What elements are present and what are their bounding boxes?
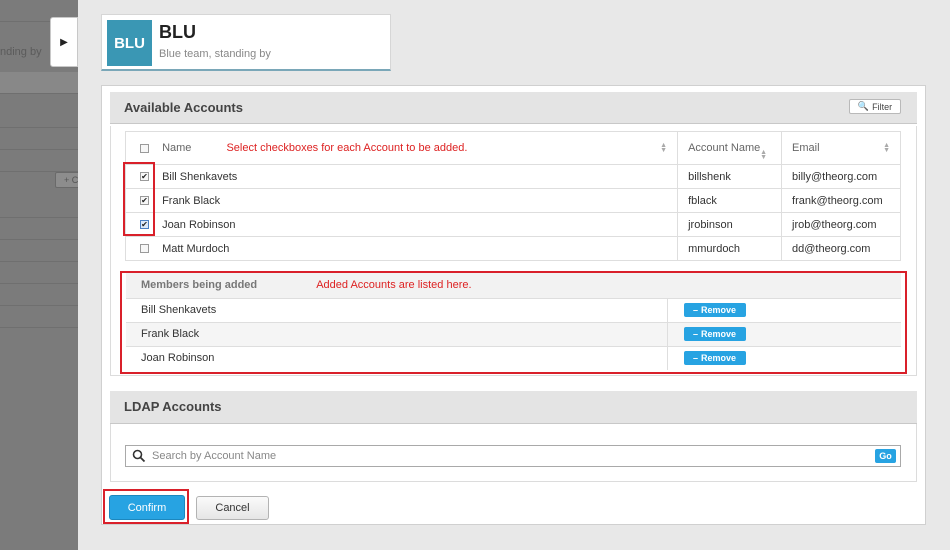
- column-label: Name: [162, 142, 192, 154]
- select-all-checkbox[interactable]: [140, 143, 149, 153]
- account-username: jrobinson: [677, 212, 783, 237]
- team-logo: BLU: [107, 20, 152, 66]
- account-username: mmurdoch: [677, 236, 783, 261]
- account-full-name: Bill Shenkavets: [162, 170, 238, 183]
- column-header-email[interactable]: Email ▲ ▼: [781, 131, 901, 165]
- bg-add-button: + C: [55, 172, 78, 188]
- members-header-label: Members being added: [141, 279, 258, 292]
- account-full-name: Matt Murdoch: [162, 242, 230, 255]
- go-button[interactable]: Go: [875, 449, 896, 463]
- bg-row: [0, 196, 78, 218]
- member-name: Joan Robinson: [126, 345, 667, 370]
- minus-icon: –: [692, 329, 698, 339]
- available-accounts-header: Available Accounts 🔍 Filter: [110, 92, 917, 124]
- team-status: Blue team, standing by: [159, 48, 271, 60]
- bg-row: [0, 284, 78, 306]
- account-email: frank@theorg.com: [781, 188, 901, 213]
- remove-button[interactable]: – Remove: [683, 351, 746, 366]
- team-name: BLU: [159, 22, 196, 42]
- sort-icon: ▲ ▼: [760, 149, 768, 161]
- panel-toggle-button[interactable]: ▶: [50, 17, 78, 67]
- remove-label: Remove: [701, 305, 737, 315]
- sort-icon: ▲ ▼: [660, 142, 668, 154]
- annotation-select-hint: Select checkboxes for each Account to be…: [226, 142, 468, 154]
- account-full-name: Frank Black: [162, 194, 221, 207]
- accounts-table: Name Select checkboxes for each Account …: [124, 131, 901, 261]
- team-card: BLU BLU Blue team, standing by: [101, 14, 391, 71]
- table-row[interactable]: ✔ Joan Robinson jrobinson jrob@theorg.co…: [124, 212, 901, 237]
- cancel-button[interactable]: Cancel: [196, 496, 269, 520]
- filter-label: Filter: [872, 101, 893, 112]
- account-username: billshenk: [677, 164, 783, 189]
- section-title: LDAP Accounts: [124, 399, 222, 414]
- ldap-search-box: Go: [125, 445, 901, 467]
- ldap-search-input[interactable]: [150, 448, 870, 464]
- annotation-members-hint: Added Accounts are listed here.: [316, 279, 472, 292]
- column-label: Account Name: [688, 141, 761, 154]
- remove-label: Remove: [701, 353, 737, 364]
- member-row: Bill Shenkavets – Remove: [126, 297, 901, 322]
- annotation-checkbox-highlight: [123, 162, 155, 236]
- table-row[interactable]: ✔ Frank Black fblack frank@theorg.com: [124, 188, 901, 213]
- account-full-name: Joan Robinson: [162, 218, 236, 231]
- minus-icon: –: [692, 305, 698, 315]
- members-header: Members being added Added Accounts are l…: [126, 273, 901, 299]
- remove-label: Remove: [701, 329, 737, 339]
- play-arrow-icon: ▶: [60, 36, 68, 48]
- confirm-button[interactable]: Confirm: [109, 495, 185, 520]
- row-checkbox[interactable]: [140, 244, 149, 254]
- bg-partial-text: nding by: [0, 46, 42, 58]
- remove-button[interactable]: – Remove: [683, 303, 746, 317]
- table-row[interactable]: ✔ Bill Shenkavets billshenk billy@theorg…: [124, 164, 901, 189]
- table-row[interactable]: Matt Murdoch mmurdoch dd@theorg.com: [124, 236, 901, 261]
- remove-button[interactable]: – Remove: [683, 327, 746, 341]
- bg-row: [0, 240, 78, 262]
- sort-icon: ▲ ▼: [883, 142, 890, 154]
- minus-icon: –: [692, 353, 698, 364]
- search-icon: 🔍: [857, 101, 870, 111]
- bg-row: [0, 218, 78, 240]
- members-table: Members being added Added Accounts are l…: [126, 273, 901, 370]
- member-name: Frank Black: [126, 321, 667, 346]
- member-row: Joan Robinson – Remove: [126, 345, 901, 370]
- ldap-accounts-header: LDAP Accounts: [110, 391, 917, 424]
- column-label: Email: [792, 142, 820, 154]
- member-name: Bill Shenkavets: [126, 297, 667, 322]
- section-title: Available Accounts: [124, 100, 243, 115]
- account-email: billy@theorg.com: [781, 164, 901, 189]
- background-app: nding by + C: [0, 0, 78, 550]
- filter-button[interactable]: 🔍 Filter: [849, 99, 901, 114]
- bg-row: [0, 72, 78, 94]
- account-email: dd@theorg.com: [781, 236, 901, 261]
- bg-row: [0, 306, 78, 328]
- column-header-name[interactable]: Name Select checkboxes for each Account …: [124, 131, 679, 165]
- member-row: Frank Black – Remove: [126, 321, 901, 346]
- bg-row: [0, 128, 78, 150]
- bg-row: [0, 262, 78, 284]
- search-icon: [132, 449, 146, 463]
- bg-row: [0, 94, 78, 128]
- column-header-account-name[interactable]: Account Name ▲ ▼: [677, 131, 783, 165]
- account-username: fblack: [677, 188, 783, 213]
- bg-row: [0, 150, 78, 172]
- account-email: jrob@theorg.com: [781, 212, 901, 237]
